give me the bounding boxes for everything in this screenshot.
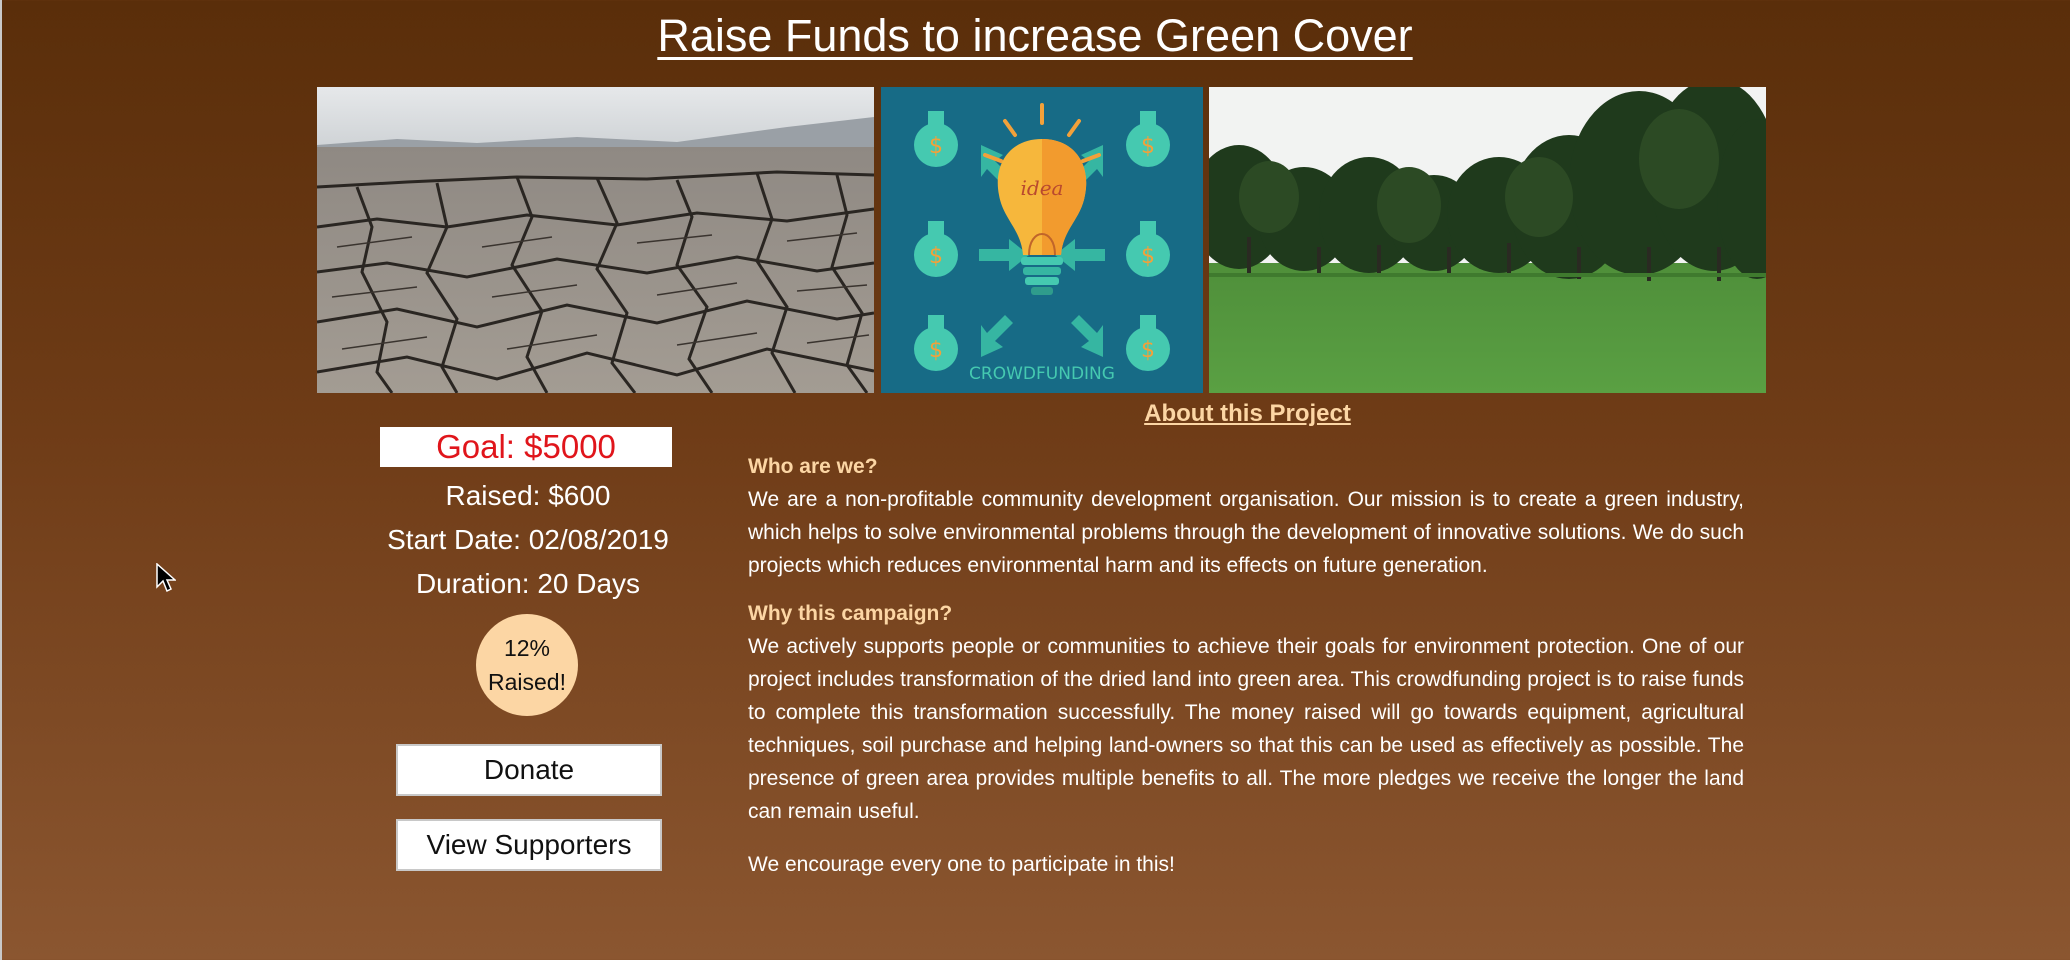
dry-land-image <box>317 87 874 393</box>
goal-amount: Goal: $5000 <box>380 427 672 467</box>
progress-badge: 12% Raised! <box>476 614 578 716</box>
why-text: We actively supports people or communiti… <box>748 635 1744 823</box>
duration: Duration: 20 Days <box>415 568 641 599</box>
svg-text:idea: idea <box>1021 176 1064 200</box>
svg-text:$: $ <box>929 134 943 159</box>
mouse-cursor-icon <box>156 563 176 593</box>
svg-text:$: $ <box>1141 134 1155 159</box>
why-heading: Why this campaign? <box>748 602 953 625</box>
campaign-summary: Goal: $5000 Raised: $600 Start Date: 02/… <box>380 427 676 871</box>
progress-percent: 12% <box>503 635 551 661</box>
crowdfunding-idea-image: $ $ $ $ $ $ idea CROWDFUNDING <box>881 87 1203 393</box>
window-edge <box>0 0 2 960</box>
svg-text:$: $ <box>929 244 943 269</box>
green-park-image <box>1209 87 1766 393</box>
closing-text: We encourage every one to participate in… <box>748 853 1175 876</box>
about-project-link[interactable]: About this Project <box>0 400 2070 428</box>
start-date: Start Date: 02/08/2019 <box>387 524 669 555</box>
svg-text:$: $ <box>1141 338 1155 363</box>
svg-text:CROWDFUNDING: CROWDFUNDING <box>969 364 1115 384</box>
page-title: Raise Funds to increase Green Cover <box>657 10 1413 61</box>
view-supporters-button[interactable]: View Supporters <box>396 819 662 871</box>
svg-text:$: $ <box>1141 244 1155 269</box>
raised-amount: Raised: $600 <box>445 480 611 511</box>
svg-text:$: $ <box>929 338 943 363</box>
image-gallery: $ $ $ $ $ $ idea CROWDFUNDING <box>317 87 1767 393</box>
who-heading: Who are we? <box>748 455 878 478</box>
about-content: Who are we? We are a non-profitable comm… <box>748 455 1744 901</box>
progress-label: Raised! <box>488 669 566 695</box>
donate-button[interactable]: Donate <box>396 744 662 796</box>
who-text: We are a non-profitable community develo… <box>748 488 1744 577</box>
